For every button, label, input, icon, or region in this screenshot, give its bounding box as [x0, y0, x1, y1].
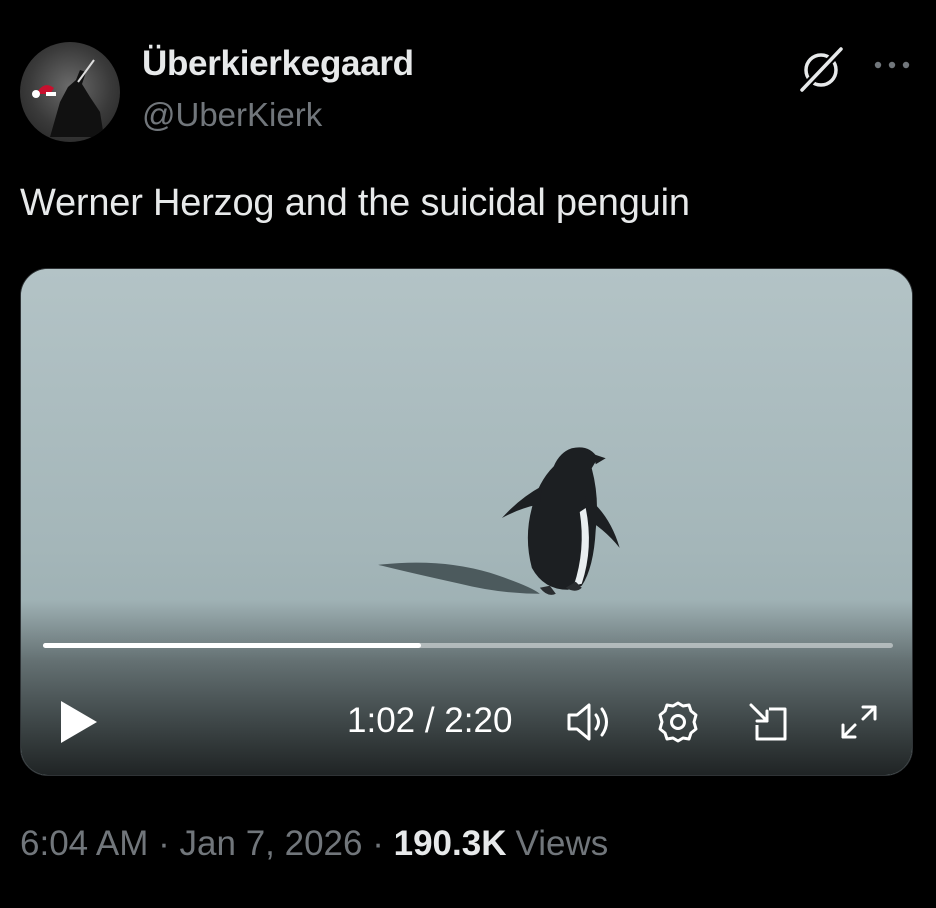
- controls-overlay: [21, 600, 912, 775]
- tweet-text: Werner Herzog and the suicidal penguin: [20, 182, 690, 224]
- tweet-meta: 6:04 AM · Jan 7, 2026 · 190.3K Views: [20, 824, 608, 864]
- settings-icon[interactable]: [653, 697, 703, 747]
- picture-in-picture-icon[interactable]: [745, 697, 793, 747]
- tweet-time[interactable]: 6:04 AM: [20, 824, 148, 863]
- meta-separator: ·: [158, 824, 170, 863]
- volume-icon[interactable]: [561, 697, 617, 747]
- views-count[interactable]: 190.3K: [394, 824, 507, 863]
- progress-bar-fill: [43, 643, 422, 648]
- grok-icon[interactable]: [796, 44, 846, 94]
- avatar[interactable]: [20, 42, 120, 142]
- video-time-display: 1:02 / 2:20: [347, 701, 513, 740]
- video-player[interactable]: 1:02 / 2:20: [20, 268, 913, 776]
- avatar-image: [32, 59, 104, 137]
- tweet-date[interactable]: Jan 7, 2026: [180, 824, 363, 863]
- more-icon[interactable]: [870, 50, 914, 80]
- author-handle[interactable]: @UberKierk: [142, 96, 322, 134]
- fullscreen-icon[interactable]: [835, 697, 883, 747]
- play-icon[interactable]: [57, 697, 101, 747]
- author-display-name[interactable]: Überkierkegaard: [142, 44, 414, 84]
- progress-bar[interactable]: [43, 643, 893, 648]
- meta-separator: ·: [372, 824, 384, 863]
- views-label: Views: [515, 824, 609, 863]
